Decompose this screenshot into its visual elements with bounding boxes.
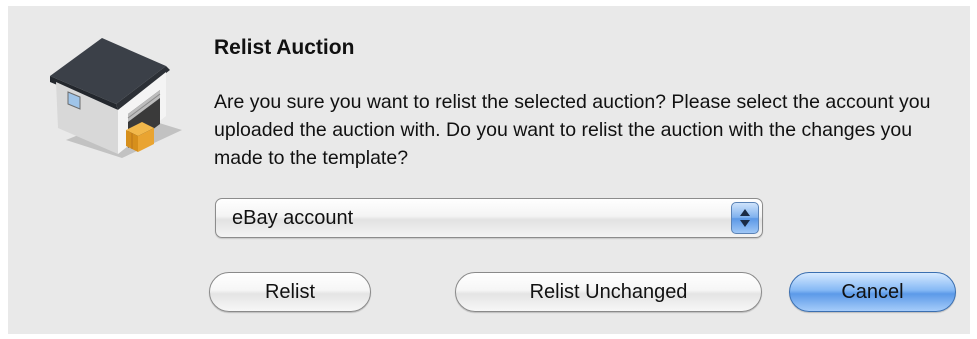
- account-select-value: eBay account: [232, 207, 354, 229]
- dialog-title: Relist Auction: [214, 36, 355, 59]
- select-arrows-icon[interactable]: [731, 202, 759, 234]
- relist-unchanged-button[interactable]: Relist Unchanged: [455, 272, 762, 312]
- dialog-message: Are you sure you want to relist the sele…: [214, 91, 931, 169]
- relist-button[interactable]: Relist: [209, 272, 371, 312]
- warehouse-icon: [46, 32, 186, 162]
- cancel-button[interactable]: Cancel: [789, 272, 956, 312]
- relist-auction-dialog: Relist Auction Are you sure you want to …: [8, 6, 970, 334]
- account-select[interactable]: eBay account: [215, 198, 763, 238]
